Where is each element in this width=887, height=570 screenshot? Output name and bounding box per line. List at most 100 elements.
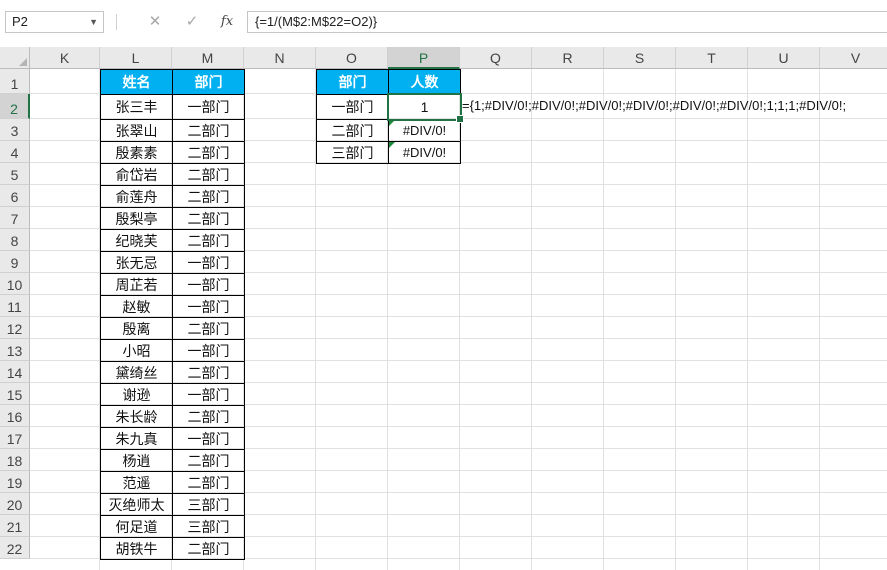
header-cell-name[interactable]: 姓名: [100, 69, 173, 95]
name-cell[interactable]: 纪晓芙: [100, 229, 173, 252]
column-header-p[interactable]: P: [388, 47, 460, 69]
department-cell[interactable]: 一部门: [172, 339, 245, 362]
department-cell[interactable]: 三部门: [172, 515, 245, 538]
department-cell[interactable]: 二部门: [172, 317, 245, 340]
insert-function-icon[interactable]: fx: [217, 11, 237, 33]
department-cell[interactable]: 一部门: [172, 273, 245, 296]
row-header-5[interactable]: 5: [0, 163, 30, 185]
name-box[interactable]: P2 ▼: [5, 11, 104, 33]
department-cell[interactable]: 二部门: [172, 537, 245, 560]
row-header-11[interactable]: 11: [0, 295, 30, 317]
department-cell[interactable]: 二部门: [172, 449, 245, 472]
name-cell[interactable]: 范遥: [100, 471, 173, 494]
row-header-8[interactable]: 8: [0, 229, 30, 251]
column-header-v[interactable]: V: [820, 47, 887, 69]
name-cell[interactable]: 黛绮丝: [100, 361, 173, 384]
gridline-vertical: [675, 69, 676, 570]
name-cell[interactable]: 小昭: [100, 339, 173, 362]
department-cell[interactable]: 二部门: [172, 207, 245, 230]
count-cell[interactable]: #DIV/0!: [388, 141, 461, 164]
column-header-q[interactable]: Q: [460, 47, 532, 69]
department-cell[interactable]: 一部门: [172, 383, 245, 406]
name-cell[interactable]: 周芷若: [100, 273, 173, 296]
row-header-22[interactable]: 22: [0, 537, 30, 559]
name-cell[interactable]: 殷离: [100, 317, 173, 340]
formula-input[interactable]: {=1/(M$2:M$22=O2)}: [247, 11, 887, 33]
row-header-20[interactable]: 20: [0, 493, 30, 515]
row-header-13[interactable]: 13: [0, 339, 30, 361]
name-cell[interactable]: 殷梨亭: [100, 207, 173, 230]
header-cell-department[interactable]: 部门: [316, 69, 389, 95]
select-all-corner[interactable]: [0, 47, 30, 69]
column-header-o[interactable]: O: [316, 47, 388, 69]
department-cell[interactable]: 一部门: [172, 295, 245, 318]
department-cell[interactable]: 一部门: [172, 427, 245, 450]
header-cell-department[interactable]: 部门: [172, 69, 245, 95]
department-cell[interactable]: 二部门: [172, 229, 245, 252]
column-header-l[interactable]: L: [100, 47, 172, 69]
department-cell[interactable]: 一部门: [316, 94, 389, 120]
row-header-12[interactable]: 12: [0, 317, 30, 339]
spreadsheet-grid[interactable]: K L M N O P Q R S T U V 1 2 3 4 5 6 7 8 9 10 11 12 13 14 15 16 17 18 1…: [0, 47, 887, 570]
column-header-n[interactable]: N: [244, 47, 316, 69]
count-cell[interactable]: #DIV/0!: [388, 119, 461, 142]
row-header-2[interactable]: 2: [0, 94, 30, 119]
gridline-vertical: [819, 69, 820, 570]
row-header-16[interactable]: 16: [0, 405, 30, 427]
name-cell[interactable]: 殷素素: [100, 141, 173, 164]
column-header-u[interactable]: U: [748, 47, 820, 69]
column-header-r[interactable]: R: [532, 47, 604, 69]
row-header-1[interactable]: 1: [0, 69, 30, 94]
overflow-formula-text[interactable]: ={1;#DIV/0!;#DIV/0!;#DIV/0!;#DIV/0!;#DIV…: [462, 98, 846, 113]
row-header-18[interactable]: 18: [0, 449, 30, 471]
name-cell[interactable]: 张无忌: [100, 251, 173, 274]
department-cell[interactable]: 二部门: [172, 119, 245, 142]
row-header-14[interactable]: 14: [0, 361, 30, 383]
row-header-15[interactable]: 15: [0, 383, 30, 405]
department-cell[interactable]: 二部门: [172, 471, 245, 494]
department-cell[interactable]: 二部门: [316, 119, 389, 142]
name-cell[interactable]: 胡铁牛: [100, 537, 173, 560]
name-cell[interactable]: 灭绝师太: [100, 493, 173, 516]
row-header-9[interactable]: 9: [0, 251, 30, 273]
formula-bar: P2 ▼ ✕ ✓ fx {=1/(M$2:M$22=O2)}: [0, 0, 887, 44]
fill-handle[interactable]: [456, 115, 464, 123]
row-header-10[interactable]: 10: [0, 273, 30, 295]
chevron-down-icon[interactable]: ▼: [89, 12, 98, 32]
name-cell[interactable]: 赵敏: [100, 295, 173, 318]
row-header-19[interactable]: 19: [0, 471, 30, 493]
name-cell[interactable]: 张三丰: [100, 94, 173, 120]
row-header-4[interactable]: 4: [0, 141, 30, 163]
department-cell[interactable]: 一部门: [172, 94, 245, 120]
name-cell[interactable]: 杨逍: [100, 449, 173, 472]
column-header-m[interactable]: M: [172, 47, 244, 69]
row-header-7[interactable]: 7: [0, 207, 30, 229]
name-cell[interactable]: 谢逊: [100, 383, 173, 406]
column-header-k[interactable]: K: [30, 47, 100, 69]
department-cell[interactable]: 三部门: [172, 493, 245, 516]
active-cell-selection[interactable]: [387, 93, 464, 123]
name-cell[interactable]: 俞莲舟: [100, 185, 173, 208]
header-cell-count[interactable]: 人数: [388, 69, 461, 95]
name-cell[interactable]: 朱九真: [100, 427, 173, 450]
row-header-21[interactable]: 21: [0, 515, 30, 537]
column-header-t[interactable]: T: [676, 47, 748, 69]
enter-icon[interactable]: ✓: [182, 11, 202, 33]
department-cell[interactable]: 三部门: [316, 141, 389, 164]
department-cell[interactable]: 二部门: [172, 185, 245, 208]
row-header-17[interactable]: 17: [0, 427, 30, 449]
department-cell[interactable]: 二部门: [172, 163, 245, 186]
department-cell[interactable]: 二部门: [172, 141, 245, 164]
column-header-s[interactable]: S: [604, 47, 676, 69]
row-header-6[interactable]: 6: [0, 185, 30, 207]
name-cell[interactable]: 何足道: [100, 515, 173, 538]
cancel-icon[interactable]: ✕: [145, 11, 165, 33]
department-cell[interactable]: 二部门: [172, 405, 245, 428]
name-cell[interactable]: 张翠山: [100, 119, 173, 142]
department-cell[interactable]: 一部门: [172, 251, 245, 274]
name-cell[interactable]: 俞岱岩: [100, 163, 173, 186]
department-cell[interactable]: 二部门: [172, 361, 245, 384]
error-indicator-icon[interactable]: [389, 142, 395, 148]
row-header-3[interactable]: 3: [0, 119, 30, 141]
name-cell[interactable]: 朱长龄: [100, 405, 173, 428]
